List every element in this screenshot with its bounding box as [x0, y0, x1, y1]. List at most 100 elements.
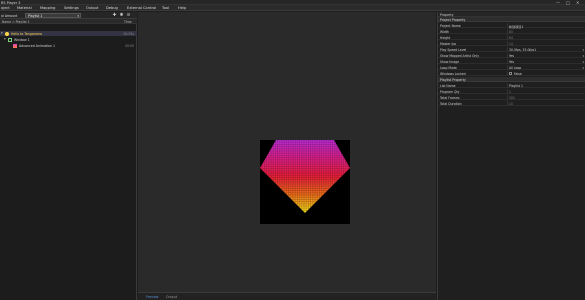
master-ips-value: 14 [509, 41, 513, 46]
preview-panel: Preview Output [138, 12, 436, 300]
divider [507, 59, 508, 64]
prop-show-mapped: Show Mapped Artist Only Yes ▾ [438, 53, 585, 58]
tree-item-time: 00:05 [125, 43, 134, 48]
window-icon [8, 37, 12, 42]
preview-tabs: Preview Output [138, 292, 436, 300]
total-frames-value: 300 [509, 95, 515, 100]
chevron-down-icon[interactable]: ▾ [582, 66, 584, 70]
tree-item-label: Hello to Tangorama [11, 31, 42, 36]
collapse-arrow-icon[interactable]: ▾ [4, 37, 6, 41]
section-project-property[interactable]: Project Property [438, 17, 585, 22]
section-playlist-property[interactable]: Playlist Property [438, 77, 585, 82]
prop-key: Show Mapped Artist Only [440, 53, 480, 58]
prop-project-name: Project Name 新建项目1 [438, 23, 585, 29]
playlist-toolbar-label: al Amount [1, 13, 18, 18]
height-value: 64 [509, 35, 513, 40]
chevron-down-icon[interactable]: ▾ [582, 48, 584, 52]
divider [507, 95, 508, 100]
play-speed-select[interactable]: 30.0fps, 25.0fps1 [509, 48, 536, 52]
playlist-select[interactable]: Playlist 1 ▾ [25, 13, 81, 18]
tree-item-label: Window 1 [14, 37, 30, 42]
chevron-down-icon[interactable]: ▾ [582, 60, 584, 64]
playlist-panel: al Amount Playlist 1 ▾ ✚ ✱ ≡ Name = Play… [0, 12, 137, 300]
prop-key: Master Ips [440, 41, 457, 46]
tree-item-time: 00:05s [123, 31, 134, 36]
divider [507, 23, 508, 28]
chevron-down-icon: ▾ [77, 14, 79, 19]
prop-key: List Name [440, 83, 456, 88]
menu-settings[interactable]: Settings [64, 6, 79, 10]
tree-item-label: Advanced Animation 1 [19, 43, 56, 48]
app-title: RS Player 3 [1, 0, 21, 5]
menu-output[interactable]: Output [86, 6, 98, 10]
total-duration-value: 10 [509, 101, 513, 106]
prop-key: Project Name [440, 23, 461, 28]
divider [507, 71, 508, 76]
project-name-field[interactable]: 新建项目1 [509, 24, 523, 29]
show-mapped-select[interactable]: Yes [509, 54, 514, 58]
tree-item-program[interactable]: ▾ Hello to Tangorama 00:05s [0, 31, 137, 36]
add-icon[interactable]: ✚ [112, 13, 117, 18]
loop-mode-select[interactable]: All Loop [509, 66, 521, 70]
prop-master-ips: Master Ips 14 [438, 41, 585, 46]
divider [507, 101, 508, 106]
chevron-down-icon[interactable]: ▾ [582, 54, 584, 58]
property-title: Property [440, 12, 454, 17]
prop-play-speed: Play Speed Level 30.0fps, 25.0fps1 ▾ [438, 47, 585, 52]
divider [507, 65, 508, 70]
divider [507, 41, 508, 46]
playlist-toolbar: al Amount Playlist 1 ▾ ✚ ✱ ≡ [0, 12, 137, 19]
divider [507, 53, 508, 58]
divider [507, 47, 508, 52]
playlist-header: Name = Playlist 1 Time [0, 19, 137, 24]
tab-preview[interactable]: Preview [146, 295, 158, 299]
prop-key: Total Duration [440, 101, 462, 106]
led-grid-overlay [260, 140, 350, 213]
prop-key: Play Speed Level [440, 47, 467, 52]
program-qty-value: 1 [509, 89, 511, 94]
tree-item-window[interactable]: ▾ Window 1 [0, 37, 137, 42]
collapse-arrow-icon[interactable]: ▾ [1, 31, 3, 35]
prop-total-frames: Total Frames 300 [438, 95, 585, 100]
settings-icon[interactable]: ✱ [119, 13, 124, 18]
prop-loop-mode: Loop Mode All Loop ▾ [438, 65, 585, 70]
divider [507, 29, 508, 34]
prop-key: Height [440, 35, 451, 40]
tab-output[interactable]: Output [166, 295, 177, 299]
menu-help[interactable]: Help [178, 6, 186, 10]
header-time: Time [124, 19, 132, 24]
header-name: Name = Playlist 1 [2, 19, 30, 24]
divider [507, 89, 508, 94]
property-panel: Property Project Property Project Name 新… [437, 12, 585, 300]
menu-tool[interactable]: Tool [162, 6, 169, 10]
prop-width: Width 80 [438, 29, 585, 34]
show-image-select[interactable]: Yes [509, 60, 514, 64]
prop-total-duration: Total Duration 10 [438, 101, 585, 106]
section-label: Project Property [440, 17, 466, 22]
section-label: Playlist Property [440, 77, 466, 82]
preview-graphic [260, 140, 350, 213]
windows-locked-value: False [514, 71, 522, 76]
menu-debug[interactable]: Debug [106, 6, 118, 10]
prop-list-name: List Name Playlist 1 [438, 83, 585, 88]
prop-key: Windows Locked [440, 71, 466, 76]
menu-mapping[interactable]: Mapping [40, 6, 55, 10]
list-name-field[interactable]: Playlist 1 [509, 84, 523, 88]
tree-item-animation[interactable]: Advanced Animation 1 00:05 [0, 43, 137, 48]
list-icon[interactable]: ≡ [126, 13, 131, 18]
menu-bar: oject Material Mapping Settings Output D… [0, 5, 585, 11]
menu-project[interactable]: oject [1, 6, 10, 10]
menu-external-control[interactable]: External Control [127, 6, 156, 10]
playlist-select-value: Playlist 1 [28, 14, 43, 19]
prop-key: Show Image [440, 59, 460, 64]
prop-program-qty: Program Qty 1 [438, 89, 585, 94]
prop-key: Total Frames [440, 95, 460, 100]
program-icon [5, 31, 9, 36]
prop-key: Width [440, 29, 449, 34]
preview-canvas[interactable] [260, 140, 350, 224]
prop-show-image: Show Image Yes ▾ [438, 59, 585, 64]
menu-material[interactable]: Material [17, 6, 32, 10]
prop-height: Height 64 [438, 35, 585, 40]
width-value: 80 [509, 29, 513, 34]
windows-locked-checkbox[interactable] [509, 72, 512, 75]
